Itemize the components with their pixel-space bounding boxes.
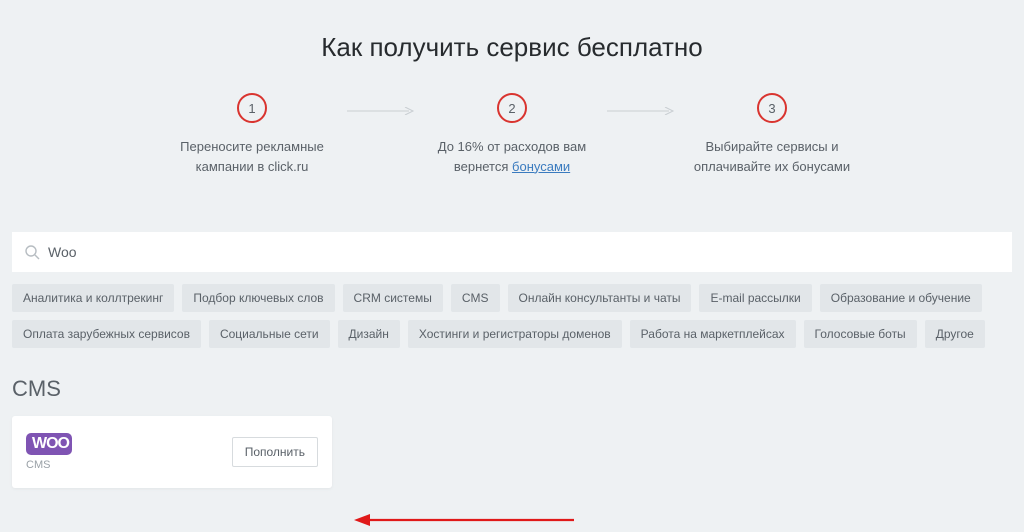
tag-3[interactable]: CMS <box>451 284 500 312</box>
tag-0[interactable]: Аналитика и коллтрекинг <box>12 284 174 312</box>
search-bar[interactable] <box>12 232 1012 272</box>
annotation-arrow-icon <box>354 510 574 530</box>
step-1-circle: 1 <box>237 93 267 123</box>
tag-2[interactable]: CRM системы <box>343 284 443 312</box>
card-left: WOO CMS <box>26 433 72 471</box>
tag-8[interactable]: Социальные сети <box>209 320 330 348</box>
step-1-text: Переносите рекламные кампании в click.ru <box>157 137 347 176</box>
tag-7[interactable]: Оплата зарубежных сервисов <box>12 320 201 348</box>
tag-6[interactable]: Образование и обучение <box>820 284 982 312</box>
step-1: 1 Переносите рекламные кампании в click.… <box>157 93 347 176</box>
step-arrow-icon <box>347 93 417 123</box>
bonuses-link[interactable]: бонусами <box>512 159 570 174</box>
tag-1[interactable]: Подбор ключевых слов <box>182 284 334 312</box>
tag-12[interactable]: Голосовые боты <box>804 320 917 348</box>
woo-logo-icon: WOO <box>26 433 72 455</box>
step-arrow-icon <box>607 93 677 123</box>
search-input[interactable] <box>46 243 1000 261</box>
tag-4[interactable]: Онлайн консультанты и чаты <box>508 284 692 312</box>
step-2-circle: 2 <box>497 93 527 123</box>
step-2: 2 До 16% от расходов вам вернется бонуса… <box>417 93 607 176</box>
section-heading: CMS <box>12 376 1012 402</box>
tag-11[interactable]: Работа на маркетплейсах <box>630 320 796 348</box>
step-2-text: До 16% от расходов вам вернется бонусами <box>417 137 607 176</box>
tag-10[interactable]: Хостинги и регистраторы доменов <box>408 320 622 348</box>
tag-5[interactable]: E-mail рассылки <box>699 284 811 312</box>
tag-list: Аналитика и коллтрекинг Подбор ключевых с… <box>12 284 1012 348</box>
service-card-woo[interactable]: WOO CMS Пополнить <box>12 416 332 488</box>
topup-button[interactable]: Пополнить <box>232 437 318 467</box>
page-title: Как получить сервис бесплатно <box>12 32 1012 63</box>
steps-row: 1 Переносите рекламные кампании в click.… <box>12 93 1012 176</box>
step-3-circle: 3 <box>757 93 787 123</box>
card-category: CMS <box>26 459 72 471</box>
search-icon <box>24 244 40 260</box>
tag-13[interactable]: Другое <box>925 320 985 348</box>
step-3: 3 Выбирайте сервисы и оплачивайте их бон… <box>677 93 867 176</box>
step-3-text: Выбирайте сервисы и оплачивайте их бонус… <box>677 137 867 176</box>
tag-9[interactable]: Дизайн <box>338 320 400 348</box>
